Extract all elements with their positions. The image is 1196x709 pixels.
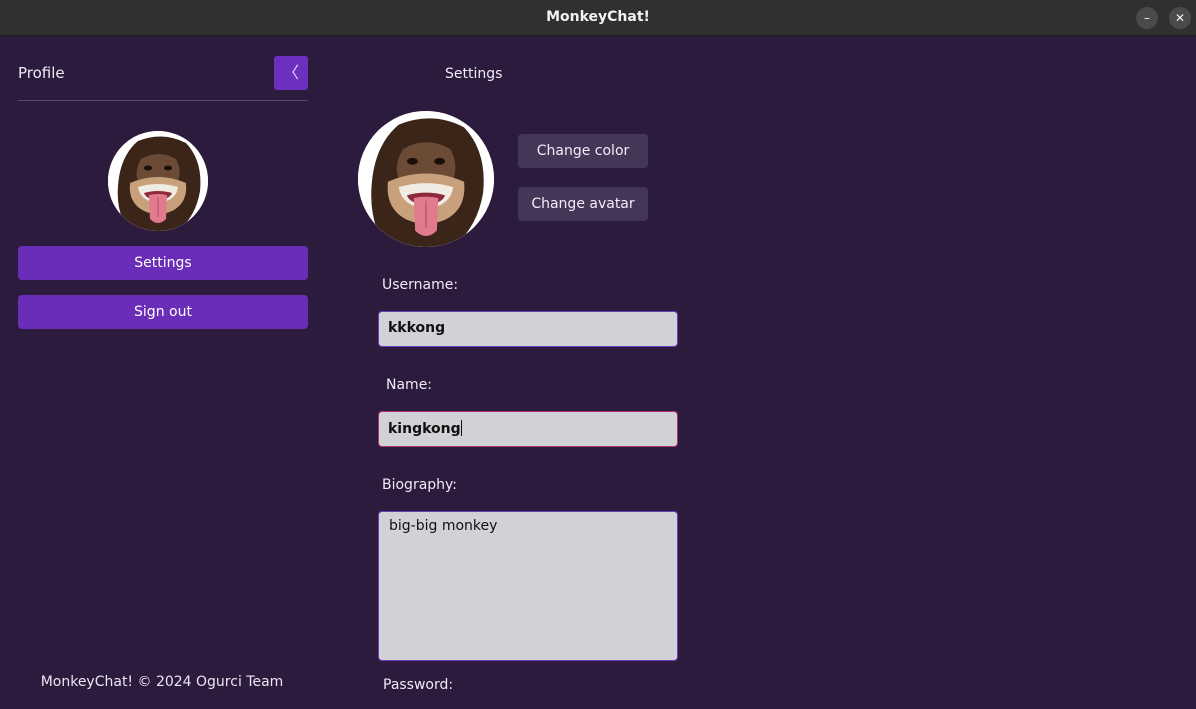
window-title: MonkeyChat! <box>546 9 650 25</box>
settings-title: Settings <box>445 66 503 82</box>
settings-panel: Settings Change color Change avatar User… <box>330 36 1196 709</box>
username-value: kkkong <box>388 320 446 336</box>
settings-button[interactable]: Settings <box>18 246 308 280</box>
username-field[interactable]: kkkong <box>378 311 678 347</box>
sidebar-divider <box>18 100 308 101</box>
password-label: Password: <box>383 677 454 693</box>
close-icon[interactable]: ✕ <box>1169 7 1191 29</box>
change-avatar-button[interactable]: Change avatar <box>518 187 648 221</box>
sidebar-avatar <box>108 131 208 231</box>
text-caret <box>460 420 462 436</box>
window-titlebar: MonkeyChat! – ✕ <box>0 0 1196 36</box>
footer-copyright: MonkeyChat! © 2024 Ogurci Team <box>40 674 284 690</box>
sidebar-collapse-button[interactable]: 〈 <box>274 56 308 90</box>
name-label: Name: <box>386 377 433 393</box>
biography-value: big-big monkey <box>389 518 498 534</box>
username-label: Username: <box>382 277 459 293</box>
name-field[interactable]: kingkong <box>378 411 678 447</box>
profile-avatar <box>358 111 494 247</box>
biography-textarea[interactable]: big-big monkey <box>378 511 678 661</box>
name-value: kingkong <box>388 421 461 437</box>
minimize-icon[interactable]: – <box>1136 7 1158 29</box>
profile-sidebar: Profile 〈 Settings Sign out MonkeyChat! … <box>0 36 330 709</box>
sidebar-title: Profile <box>18 64 65 82</box>
sign-out-button[interactable]: Sign out <box>18 295 308 329</box>
chevron-left-icon: 〈 <box>282 63 299 82</box>
change-color-button[interactable]: Change color <box>518 134 648 168</box>
biography-label: Biography: <box>382 477 458 493</box>
